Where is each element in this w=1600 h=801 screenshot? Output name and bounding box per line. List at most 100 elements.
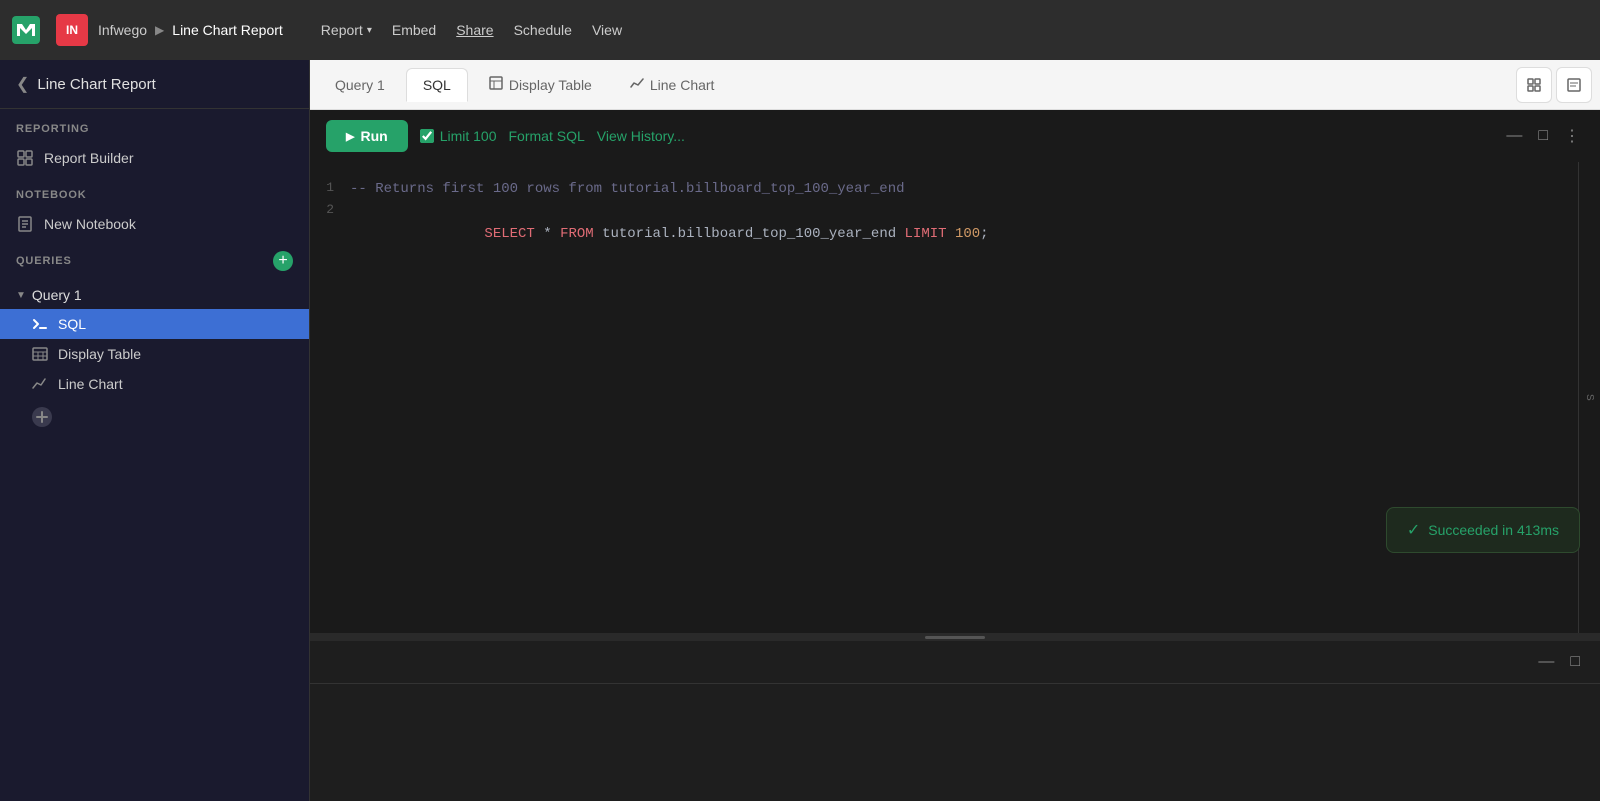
add-visualization-button[interactable] xyxy=(0,399,309,435)
tab-viz2-button[interactable] xyxy=(1556,67,1592,103)
code-line2-content: SELECT * FROM tutorial.billboard_top_100… xyxy=(350,200,989,267)
notebook-icon xyxy=(16,215,34,233)
code-comment-1: -- Returns first 100 rows from tutorial.… xyxy=(350,178,905,200)
keyword-from: FROM xyxy=(560,226,594,242)
toolbar-right: — □ ⋮ xyxy=(1502,122,1584,150)
resize-dots xyxy=(925,636,985,639)
query-tree: ▼ Query 1 SQL Display Table Line Chart xyxy=(0,277,309,439)
bottom-panel-toolbar: — □ xyxy=(310,641,1600,684)
add-query-button[interactable]: + xyxy=(273,251,293,271)
tab-sql[interactable]: SQL xyxy=(406,68,468,102)
code-editor[interactable]: 1 -- Returns first 100 rows from tutoria… xyxy=(310,162,1578,633)
sidebar-header: ❮ Line Chart Report xyxy=(0,60,309,109)
add-viz-icon xyxy=(32,407,52,427)
resize-handle[interactable] xyxy=(310,633,1600,641)
nav-share[interactable]: Share xyxy=(448,18,501,42)
tabs-bar: Query 1 SQL Display Table Line Chart xyxy=(310,60,1600,110)
run-icon: ▶ xyxy=(346,130,354,143)
tab-line-chart[interactable]: Line Chart xyxy=(613,67,732,102)
code-table-name: tutorial.billboard_top_100_year_end xyxy=(594,226,905,242)
content-area: Query 1 SQL Display Table Line Chart xyxy=(310,60,1600,801)
line-chart-label: Line Chart xyxy=(58,376,123,392)
display-table-label: Display Table xyxy=(58,346,141,362)
bottom-minimize-button[interactable]: — xyxy=(1534,649,1558,675)
report-builder-label: Report Builder xyxy=(44,150,134,166)
code-limit-val: 100 xyxy=(947,226,981,242)
tab-display-table-label: Display Table xyxy=(509,77,592,93)
minimize-button[interactable]: — xyxy=(1502,123,1526,149)
sidebar: ❮ Line Chart Report REPORTING Report Bui… xyxy=(0,60,310,801)
org-name[interactable]: Infwego xyxy=(98,22,147,38)
sql-icon xyxy=(32,316,48,332)
limit-checkbox[interactable] xyxy=(420,129,434,143)
success-toast: ✓ Succeeded in 413ms xyxy=(1386,507,1578,553)
toast-message: Succeeded in 413ms xyxy=(1428,522,1559,538)
nav-embed[interactable]: Embed xyxy=(384,18,444,42)
queries-label: QUERIES xyxy=(16,255,72,267)
line-chart-icon xyxy=(32,376,48,392)
sql-label: SQL xyxy=(58,316,86,332)
line-chart-tab-icon xyxy=(630,76,644,93)
display-table-icon xyxy=(32,346,48,362)
sidebar-collapse-button[interactable]: ❮ xyxy=(16,74,29,94)
sql-panel: ▶ Run Limit 100 Format SQL View History.… xyxy=(310,110,1600,801)
sidebar-item-report-builder[interactable]: Report Builder xyxy=(0,141,309,175)
notebook-section-label: NOTEBOOK xyxy=(0,175,309,207)
tab-viz1-button[interactable] xyxy=(1516,67,1552,103)
query1-label: Query 1 xyxy=(32,287,82,303)
report-builder-icon xyxy=(16,149,34,167)
sidebar-item-sql[interactable]: SQL xyxy=(0,309,309,339)
query1-parent[interactable]: ▼ Query 1 xyxy=(0,281,309,309)
line-num-1: 1 xyxy=(310,178,350,199)
tab-query1[interactable]: Query 1 xyxy=(318,68,402,102)
tab-display-table[interactable]: Display Table xyxy=(472,67,609,102)
queries-header: QUERIES + xyxy=(0,241,309,277)
breadcrumb-arrow: ▶ xyxy=(155,23,164,37)
sidebar-title: Line Chart Report xyxy=(37,76,155,93)
run-button[interactable]: ▶ Run xyxy=(326,120,408,152)
code-star: * xyxy=(535,226,560,242)
tab-line-chart-label: Line Chart xyxy=(650,77,715,93)
nav-view[interactable]: View xyxy=(584,18,630,42)
sidebar-item-display-table[interactable]: Display Table xyxy=(0,339,309,369)
right-panel-label: S xyxy=(1584,394,1595,401)
keyword-limit: LIMIT xyxy=(905,226,947,242)
format-sql-button[interactable]: Format SQL xyxy=(509,128,585,144)
sql-toolbar: ▶ Run Limit 100 Format SQL View History.… xyxy=(310,110,1600,162)
limit-label: Limit 100 xyxy=(440,128,497,144)
sql-editor-wrapper: 1 -- Returns first 100 rows from tutoria… xyxy=(310,162,1600,633)
topbar-nav: Report ▾ Embed Share Schedule View xyxy=(313,18,630,42)
sidebar-item-new-notebook[interactable]: New Notebook xyxy=(0,207,309,241)
sql-editor-main: 1 -- Returns first 100 rows from tutoria… xyxy=(310,162,1578,633)
toast-check-icon: ✓ xyxy=(1407,520,1420,540)
line-num-2: 2 xyxy=(310,200,350,221)
bottom-panel: — □ xyxy=(310,641,1600,801)
more-options-button[interactable]: ⋮ xyxy=(1560,122,1584,150)
nav-report[interactable]: Report ▾ xyxy=(313,18,380,42)
nav-schedule[interactable]: Schedule xyxy=(506,18,580,42)
tab-query1-label: Query 1 xyxy=(335,77,385,93)
sidebar-item-line-chart[interactable]: Line Chart xyxy=(0,369,309,399)
bottom-maximize-button[interactable]: □ xyxy=(1566,649,1584,675)
topbar: IN Infwego ▶ Line Chart Report Report ▾ … xyxy=(0,0,1600,60)
breadcrumb: Infwego ▶ Line Chart Report xyxy=(98,22,283,38)
view-history-button[interactable]: View History... xyxy=(597,128,685,144)
keyword-select: SELECT xyxy=(484,226,534,242)
code-line-2: 2 SELECT * FROM tutorial.billboard_top_1… xyxy=(310,200,1578,267)
limit-checkbox-label[interactable]: Limit 100 xyxy=(420,128,497,144)
tab-sql-label: SQL xyxy=(423,77,451,93)
report-name: Line Chart Report xyxy=(172,22,283,38)
display-table-tab-icon xyxy=(489,76,503,93)
reporting-section-label: REPORTING xyxy=(0,109,309,141)
code-semi: ; xyxy=(980,226,988,242)
code-line-1: 1 -- Returns first 100 rows from tutoria… xyxy=(310,178,1578,200)
maximize-button[interactable]: □ xyxy=(1534,123,1552,149)
app-logo-m xyxy=(12,16,40,44)
user-avatar: IN xyxy=(56,14,88,46)
bottom-content-area xyxy=(310,684,1600,801)
new-notebook-label: New Notebook xyxy=(44,216,136,232)
main-layout: ❮ Line Chart Report REPORTING Report Bui… xyxy=(0,60,1600,801)
tab-extra-buttons xyxy=(1516,67,1592,103)
query1-chevron: ▼ xyxy=(16,290,26,301)
right-hint-panel: S xyxy=(1578,162,1600,633)
